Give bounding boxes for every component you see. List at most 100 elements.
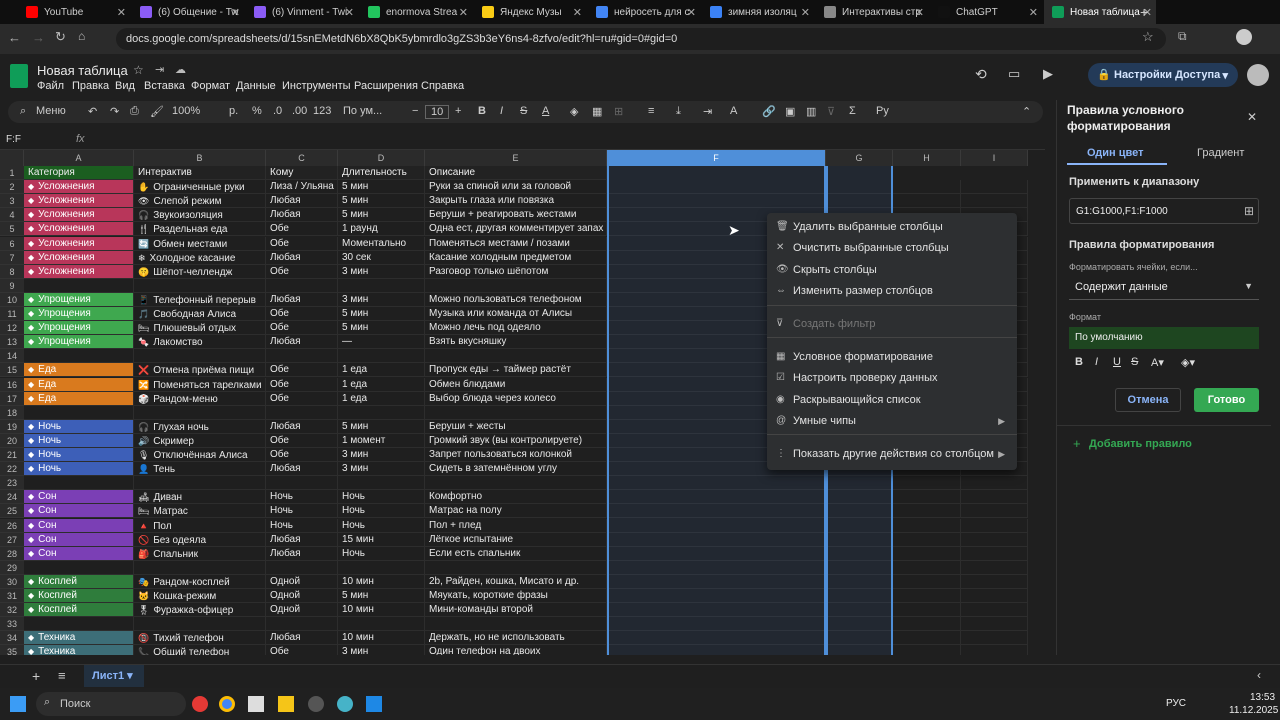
cell-e[interactable]: Разговор только шёпотом bbox=[425, 264, 607, 279]
column-header[interactable]: C bbox=[266, 150, 338, 166]
category-cell[interactable] bbox=[24, 560, 134, 575]
menu-item[interactable]: Вставка bbox=[144, 80, 185, 92]
done-button[interactable]: Готово bbox=[1194, 388, 1259, 412]
all-sheets-icon[interactable]: ≡ bbox=[58, 668, 66, 683]
cell-c[interactable]: Ночь bbox=[266, 504, 338, 519]
row-header[interactable]: 21 bbox=[0, 448, 24, 463]
cell-c[interactable] bbox=[266, 405, 338, 420]
empty-cell[interactable] bbox=[893, 532, 961, 547]
row-header[interactable]: 18 bbox=[0, 405, 24, 420]
forward-icon[interactable]: → bbox=[32, 30, 45, 45]
cell-d[interactable]: 10 мин bbox=[338, 574, 425, 589]
cancel-button[interactable]: Отмена bbox=[1115, 388, 1181, 412]
interactive-cell[interactable]: 🛏 Матрас bbox=[134, 504, 266, 519]
cell-d[interactable]: 3 мин bbox=[338, 645, 425, 655]
row-header[interactable]: 24 bbox=[0, 490, 24, 505]
cell-d[interactable]: Моментально bbox=[338, 236, 425, 251]
cell-c[interactable]: Обе bbox=[266, 645, 338, 655]
cell-e[interactable]: 2b, Райден, кошка, Мисато и др. bbox=[425, 574, 607, 589]
category-cell[interactable]: ◆ Упрощения bbox=[24, 292, 134, 307]
interactive-cell[interactable] bbox=[134, 617, 266, 632]
empty-cell[interactable] bbox=[893, 476, 961, 491]
menu-search-icon[interactable]: ⌕ bbox=[20, 105, 26, 118]
category-cell[interactable]: ◆ Сон bbox=[24, 546, 134, 561]
row-header[interactable]: 23 bbox=[0, 476, 24, 491]
cell-d[interactable] bbox=[338, 349, 425, 364]
cell-d[interactable]: 10 мин bbox=[338, 603, 425, 618]
browser-tab[interactable]: ChatGPT ✕ bbox=[930, 0, 1042, 24]
context-menu-item[interactable]: ☑ Настроить проверку данных bbox=[767, 368, 1017, 388]
cell-c[interactable]: Любая bbox=[266, 250, 338, 265]
cell-d[interactable]: Ночь bbox=[338, 546, 425, 561]
cell-e[interactable]: Закрыть глаза или повязка bbox=[425, 194, 607, 209]
cell-c[interactable]: Одной bbox=[266, 589, 338, 603]
cell-c[interactable]: Любая bbox=[266, 208, 338, 223]
empty-cell[interactable] bbox=[893, 194, 961, 209]
cell-d[interactable] bbox=[338, 405, 425, 420]
text-color-icon[interactable]: A bbox=[542, 105, 549, 117]
context-menu-item[interactable]: ⋮ Показать другие действия со столбцом ▶ bbox=[767, 444, 1017, 464]
empty-cell[interactable] bbox=[893, 504, 961, 519]
empty-cell[interactable] bbox=[961, 560, 1028, 575]
category-cell[interactable]: ◆ Ночь bbox=[24, 433, 134, 448]
condition-select[interactable]: Содержит данные ▼ bbox=[1069, 276, 1259, 300]
interactive-cell[interactable]: 🔄 Обмен местами bbox=[134, 236, 266, 251]
app-icon-2[interactable] bbox=[278, 696, 294, 712]
category-cell[interactable]: ◆ Косплей bbox=[24, 574, 134, 589]
row-header[interactable]: 5 bbox=[0, 222, 24, 237]
cell-e[interactable] bbox=[425, 278, 607, 293]
cell-c[interactable]: Обе bbox=[266, 264, 338, 279]
cell-e[interactable]: Сидеть в затемнённом углу bbox=[425, 462, 607, 477]
row-header[interactable]: 7 bbox=[0, 250, 24, 265]
empty-cell[interactable] bbox=[893, 603, 961, 618]
empty-cell[interactable] bbox=[893, 574, 961, 589]
row-header[interactable]: 34 bbox=[0, 631, 24, 646]
category-cell[interactable]: ◆ Ночь bbox=[24, 448, 134, 462]
context-menu-item[interactable]: 🗑 Удалить выбранные столбцы bbox=[767, 217, 1017, 237]
category-cell[interactable] bbox=[24, 405, 134, 420]
column-header[interactable]: B bbox=[134, 150, 266, 166]
header-cell[interactable]: Кому bbox=[266, 166, 338, 180]
format-italic-icon[interactable]: I bbox=[1095, 356, 1098, 368]
format-preview[interactable]: По умолчанию bbox=[1069, 327, 1259, 349]
cell-c[interactable]: Обе bbox=[266, 321, 338, 336]
bookmark-star-icon[interactable]: ☆ bbox=[1142, 29, 1154, 45]
home-icon[interactable]: ⌂ bbox=[78, 29, 85, 43]
category-cell[interactable]: ◆ Косплей bbox=[24, 589, 134, 603]
row-header[interactable]: 20 bbox=[0, 433, 24, 448]
chrome-icon[interactable] bbox=[219, 696, 235, 712]
row-header[interactable]: 17 bbox=[0, 391, 24, 406]
font-select[interactable]: По ум... bbox=[343, 105, 382, 117]
menu-item[interactable]: Расширения bbox=[354, 80, 418, 92]
context-menu-item[interactable]: 👁 Скрыть столбцы bbox=[767, 260, 1017, 280]
cell-c[interactable]: Любая bbox=[266, 292, 338, 307]
category-cell[interactable]: ◆ Техника bbox=[24, 645, 134, 655]
column-header[interactable]: E bbox=[425, 150, 607, 166]
cell-e[interactable]: Обмен блюдами bbox=[425, 377, 607, 392]
cell-e[interactable]: Касание холодным предметом bbox=[425, 250, 607, 265]
cell-c[interactable] bbox=[266, 476, 338, 491]
cell-e[interactable] bbox=[425, 617, 607, 632]
cell-c[interactable]: Одной bbox=[266, 603, 338, 618]
row-header[interactable]: 12 bbox=[0, 321, 24, 336]
paint-format-icon[interactable]: 🖌 bbox=[150, 105, 164, 118]
range-input[interactable]: G1:G1000,F1:F1000 ⊞ bbox=[1069, 198, 1259, 224]
interactive-cell[interactable]: 📱 Телефонный перерыв bbox=[134, 292, 266, 307]
interactive-cell[interactable]: 🤫 Шёпот-челлендж bbox=[134, 264, 266, 279]
context-menu-item[interactable]: @ Умные чипы ▶ bbox=[767, 411, 1017, 431]
cell-c[interactable]: Обе bbox=[266, 433, 338, 448]
cell-c[interactable]: Обе bbox=[266, 391, 338, 406]
cell-d[interactable]: 5 мин bbox=[338, 180, 425, 195]
star-icon[interactable]: ☆ bbox=[133, 63, 144, 77]
close-tab-icon[interactable]: ✕ bbox=[459, 6, 468, 19]
category-cell[interactable]: ◆ Ночь bbox=[24, 462, 134, 477]
empty-cell[interactable] bbox=[961, 180, 1028, 195]
cell-d[interactable] bbox=[338, 476, 425, 491]
cell-d[interactable]: 1 еда bbox=[338, 363, 425, 378]
cell-d[interactable]: 5 мин bbox=[338, 307, 425, 321]
number-format-button[interactable]: 123 bbox=[313, 105, 331, 117]
interactive-cell[interactable]: 🐱 Кошка-режим bbox=[134, 589, 266, 603]
account-avatar[interactable] bbox=[1247, 64, 1269, 86]
redo-icon[interactable]: ↷ bbox=[110, 105, 119, 118]
context-menu-item[interactable]: ⊽ Создать фильтр bbox=[767, 314, 1017, 334]
